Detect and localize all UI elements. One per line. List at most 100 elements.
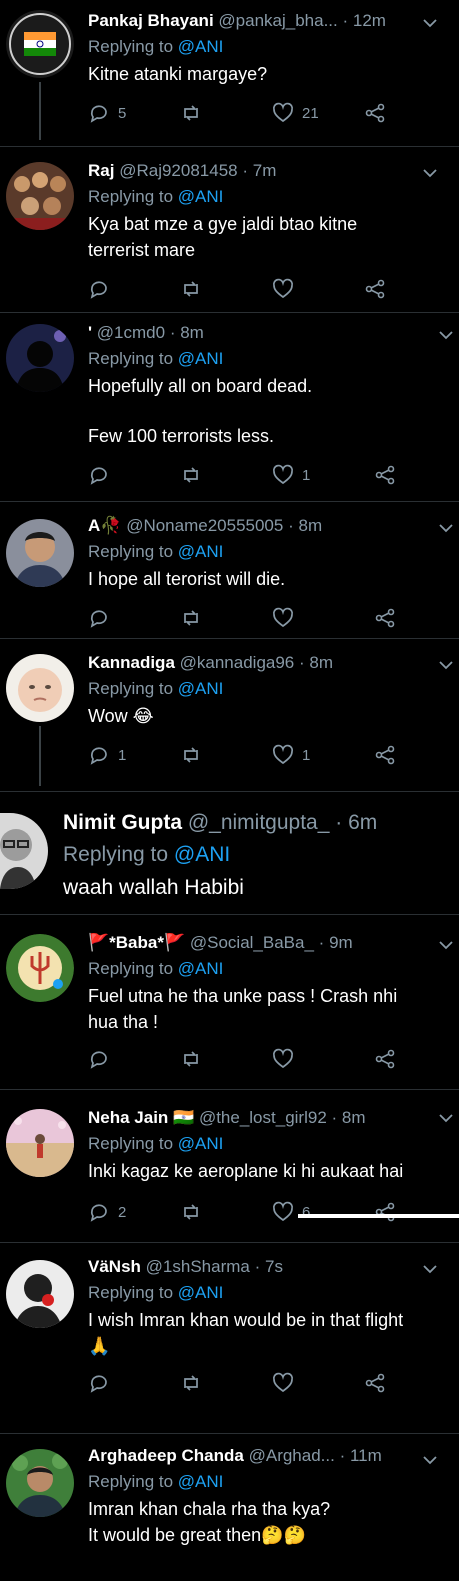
tweet[interactable]: Pankaj Bhayani @pankaj_bha... · 12m Repl… [0,0,459,147]
chevron-down-icon[interactable] [439,658,453,672]
like-button[interactable]: 1 [272,744,310,766]
share-button[interactable] [374,744,396,766]
baby-face-icon[interactable] [6,654,74,722]
chevron-down-icon[interactable] [439,328,453,342]
tweet[interactable]: Neha Jain 🇮🇳 @the_lost_girl92 · 8m Reply… [0,1091,459,1243]
reply-mention-link[interactable]: @ANI [178,37,224,56]
share-button[interactable] [374,1201,396,1223]
reply-mention-link[interactable]: @ANI [178,542,224,561]
share-button[interactable] [374,464,396,486]
chevron-down-icon[interactable] [423,1262,437,1276]
like-button[interactable] [272,1048,302,1070]
timestamp[interactable]: 7s [265,1257,283,1276]
man-with-rose-icon[interactable] [6,1260,74,1328]
chevron-down-icon[interactable] [423,16,437,30]
like-button[interactable] [272,1372,302,1394]
chevron-down-icon[interactable] [439,1111,453,1125]
timestamp[interactable]: 8m [298,516,322,535]
user-handle[interactable]: @kannadiga96 [180,653,295,672]
reply-mention-link[interactable]: @ANI [174,843,230,866]
display-name[interactable]: VäNsh [88,1257,141,1276]
display-name[interactable]: Arghadeep Chanda [88,1446,244,1465]
like-button[interactable] [272,278,302,300]
like-button[interactable]: 21 [272,102,319,124]
user-handle[interactable]: @Raj92081458 [119,161,237,180]
reply-button[interactable] [88,607,118,629]
share-button[interactable] [364,278,386,300]
reply-button[interactable]: 1 [88,744,126,766]
tweet[interactable]: Nimit Gupta @_nimitgupta_ · 6m Replying … [0,793,459,915]
reply-button[interactable] [88,464,118,486]
user-handle[interactable]: @_nimitgupta_ [188,811,330,834]
timestamp[interactable]: 8m [180,323,204,342]
reply-button[interactable]: 5 [88,102,126,124]
user-handle[interactable]: @pankaj_bha... [218,11,337,30]
young-man-photo-icon[interactable] [6,519,74,587]
tweet[interactable]: ' @1cmd0 · 8m Replying to @ANI Hopefully… [0,314,459,502]
chevron-down-icon[interactable] [439,521,453,535]
social-baba-trident-icon[interactable] [6,934,74,1002]
boy-in-garden-icon[interactable] [6,1449,74,1517]
reply-mention-link[interactable]: @ANI [178,679,224,698]
silhouette-night-icon[interactable] [6,324,74,392]
tweet[interactable]: 🚩*Baba*🚩 @Social_BaBa_ · 9m Replying to … [0,916,459,1090]
group-photo-icon[interactable] [6,162,74,230]
display-name[interactable]: 🚩*Baba*🚩 [88,933,185,952]
display-name[interactable]: Raj [88,161,114,180]
tweet[interactable]: Raj @Raj92081458 · 7m Replying to @ANI K… [0,148,459,313]
user-handle[interactable]: @Noname20555005 [126,516,283,535]
timestamp[interactable]: 8m [342,1108,366,1127]
like-button[interactable]: 1 [272,464,310,486]
reply-mention-link[interactable]: @ANI [178,959,224,978]
retweet-button[interactable] [180,744,210,766]
tweet[interactable]: VäNsh @1shSharma · 7s Replying to @ANI I… [0,1244,459,1434]
retweet-button[interactable] [180,278,210,300]
timestamp[interactable]: 12m [353,11,386,30]
reply-mention-link[interactable]: @ANI [178,1283,224,1302]
display-name[interactable]: Neha Jain 🇮🇳 [88,1108,194,1127]
user-handle[interactable]: @1cmd0 [97,323,165,342]
display-name[interactable]: Nimit Gupta [63,811,182,834]
user-handle[interactable]: @Social_BaBa_ [190,933,314,952]
display-name[interactable]: Pankaj Bhayani [88,11,214,30]
timestamp[interactable]: 8m [309,653,333,672]
chevron-down-icon[interactable] [423,166,437,180]
tweet[interactable]: Arghadeep Chanda @Arghad... · 11m Replyi… [0,1435,459,1581]
reply-mention-link[interactable]: @ANI [178,1472,224,1491]
user-handle[interactable]: @the_lost_girl92 [199,1108,327,1127]
tweet[interactable]: A🥀 @Noname20555005 · 8m Replying to @ANI… [0,503,459,639]
like-button[interactable]: 6 [272,1201,310,1223]
reply-button[interactable] [88,1048,118,1070]
man-with-glasses-icon[interactable] [0,813,48,889]
timestamp[interactable]: 11m [350,1446,382,1465]
user-handle[interactable]: @1shSharma [146,1257,250,1276]
share-button[interactable] [374,607,396,629]
retweet-button[interactable] [180,1372,210,1394]
share-button[interactable] [364,1372,386,1394]
display-name[interactable]: ' [88,323,92,342]
chevron-down-icon[interactable] [423,1453,437,1467]
reply-button[interactable] [88,278,118,300]
tweet[interactable]: Kannadiga @kannadiga96 · 8m Replying to … [0,640,459,792]
timestamp[interactable]: 9m [329,933,353,952]
made-in-india-seal-icon[interactable] [6,10,74,78]
beach-photo-icon[interactable] [6,1109,74,1177]
share-button[interactable] [364,102,386,124]
user-handle[interactable]: @Arghad... [249,1446,335,1465]
share-button[interactable] [374,1048,396,1070]
timestamp[interactable]: 6m [348,811,377,834]
like-button[interactable] [272,607,302,629]
reply-button[interactable] [88,1372,118,1394]
retweet-button[interactable] [180,102,210,124]
reply-mention-link[interactable]: @ANI [178,1134,224,1153]
reply-mention-link[interactable]: @ANI [178,187,224,206]
retweet-button[interactable] [180,1048,210,1070]
reply-button[interactable]: 2 [88,1201,126,1223]
retweet-button[interactable] [180,1201,210,1223]
reply-mention-link[interactable]: @ANI [178,349,224,368]
display-name[interactable]: A🥀 [88,516,121,535]
chevron-down-icon[interactable] [439,938,453,952]
display-name[interactable]: Kannadiga [88,653,175,672]
retweet-button[interactable] [180,607,210,629]
timestamp[interactable]: 7m [253,161,277,180]
